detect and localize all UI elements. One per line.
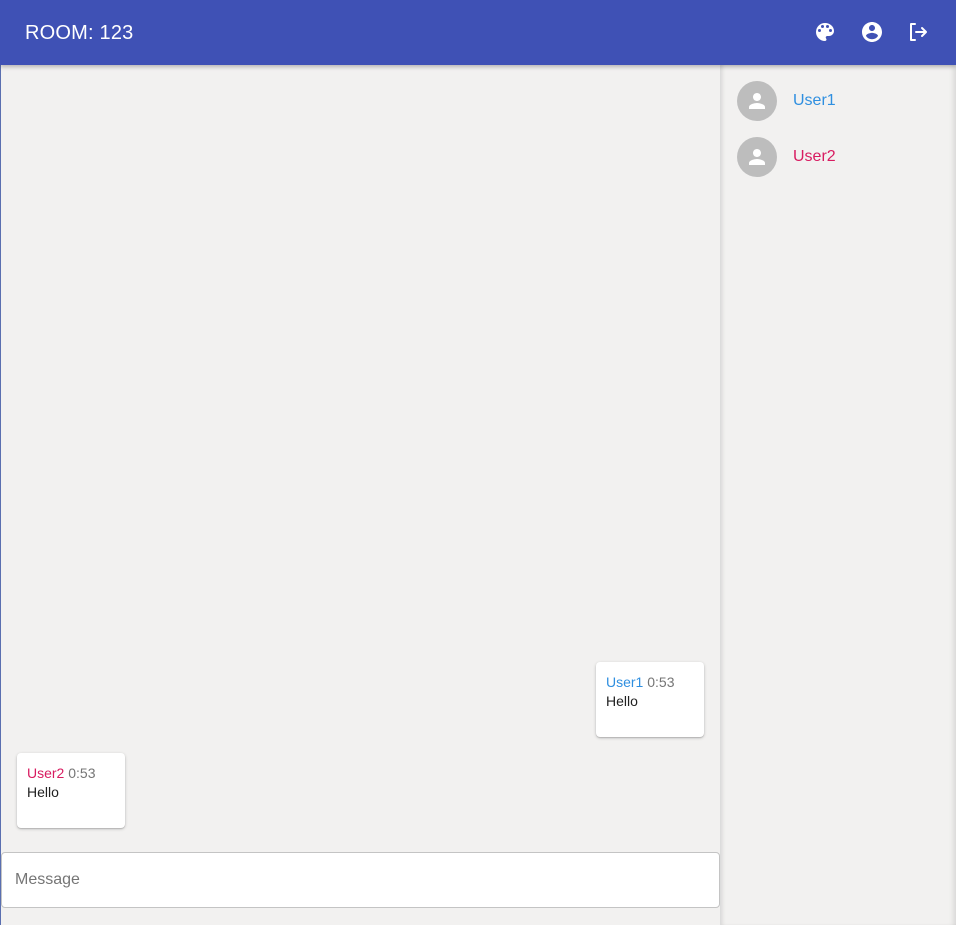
account-circle-icon — [862, 22, 882, 42]
message-time: 0:53 — [68, 765, 96, 781]
message-author: User2 — [27, 765, 65, 781]
person-icon — [749, 93, 765, 109]
chat-messages-area: User1 0:53 Hello User2 0:53 Hello — [0, 65, 720, 925]
palette-icon — [816, 23, 834, 41]
avatar — [737, 137, 777, 177]
avatar — [737, 81, 777, 121]
room-title: ROOM: 123 — [25, 22, 134, 44]
users-sidebar: User1 User2 — [720, 65, 956, 925]
logout-icon — [910, 23, 927, 41]
message-header: User2 0:53 — [27, 765, 115, 781]
account-button[interactable] — [858, 18, 886, 46]
message-text: Hello — [606, 693, 638, 709]
chat-message: User2 0:53 Hello — [17, 753, 125, 828]
message-header: User1 0:53 — [606, 674, 694, 690]
user-list-item[interactable]: User2 — [737, 137, 937, 177]
chat-message: User1 0:53 Hello — [596, 662, 704, 737]
theme-button[interactable] — [811, 18, 839, 46]
message-time: 0:53 — [647, 674, 675, 690]
user-list-item[interactable]: User1 — [737, 81, 937, 121]
logout-button[interactable] — [904, 18, 932, 46]
user-name: User1 — [793, 92, 836, 109]
person-icon — [749, 149, 765, 165]
app-bar: ROOM: 123 — [0, 0, 956, 65]
message-text: Hello — [27, 784, 59, 800]
message-input[interactable] — [1, 852, 720, 908]
message-author: User1 — [606, 674, 644, 690]
user-name: User2 — [793, 148, 836, 165]
